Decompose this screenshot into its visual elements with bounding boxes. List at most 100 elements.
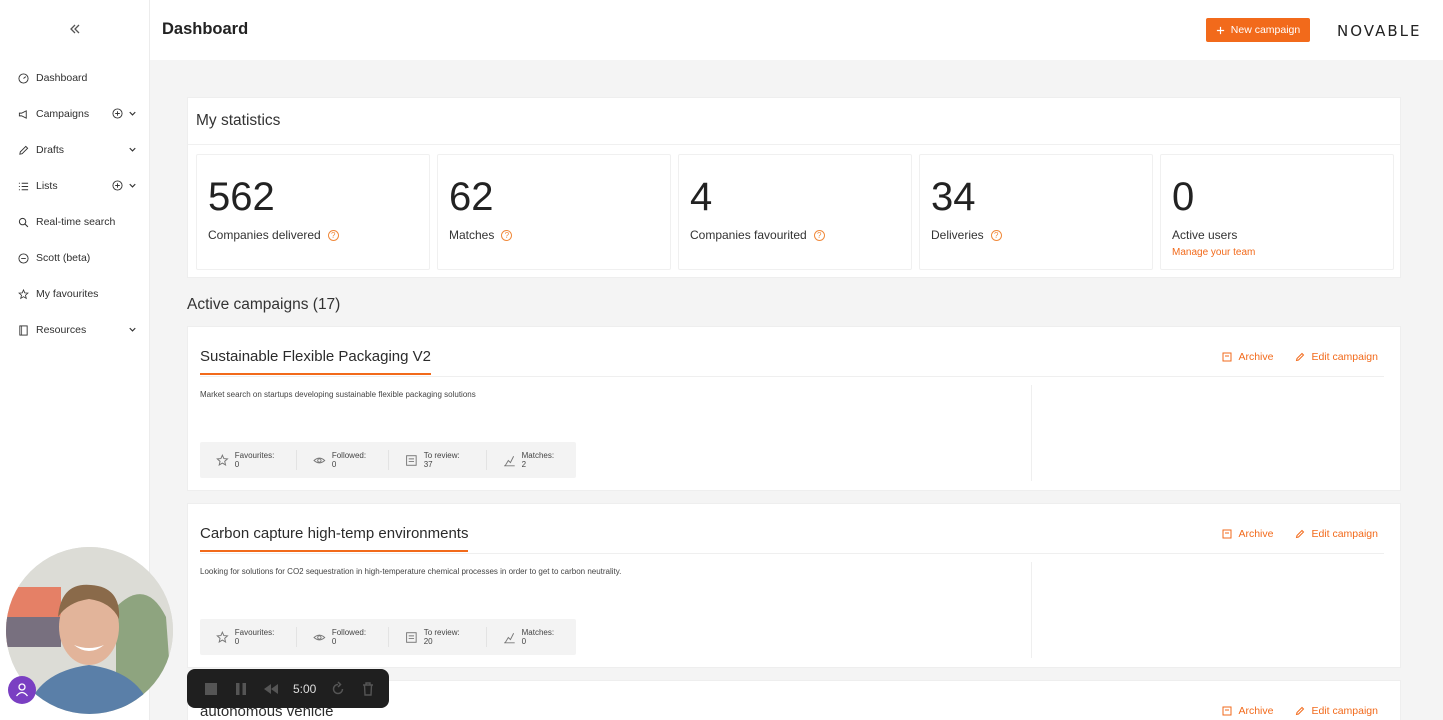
metric-matches[interactable]: Matches: 0 — [487, 627, 576, 647]
divider — [200, 376, 1384, 377]
chevron-down-icon[interactable] — [127, 324, 138, 335]
archive-button[interactable]: Archive — [1222, 705, 1273, 717]
sidebar-item-label: Dashboard — [36, 72, 88, 84]
metric-to-review[interactable]: To review: 20 — [389, 627, 487, 647]
help-icon[interactable]: ? — [813, 229, 825, 241]
sidebar-item-lists[interactable]: Lists — [0, 168, 150, 204]
stat-value: 0 — [1172, 175, 1195, 219]
star-icon — [18, 288, 29, 300]
campaign-metrics: Favourites: 0 Followed: 0 To review: 37 … — [200, 442, 576, 478]
new-campaign-button[interactable]: New campaign — [1206, 18, 1310, 42]
top-bar: Dashboard New campaign NOVABLE — [150, 0, 1443, 60]
sidebar-item-label: Scott (beta) — [36, 252, 91, 264]
matches-chart-icon — [503, 632, 515, 643]
archive-label: Archive — [1238, 705, 1274, 717]
stat-companies-favourited: 4 Companies favourited? — [678, 154, 912, 270]
stat-label: Deliveries — [931, 228, 984, 242]
star-icon — [216, 453, 229, 466]
metric-label: Favourites: 0 — [234, 628, 275, 646]
add-list-icon[interactable] — [112, 180, 123, 191]
stop-icon[interactable] — [203, 681, 219, 697]
sidebar-item-label: Drafts — [36, 144, 65, 156]
edit-campaign-button[interactable]: Edit campaign — [1295, 528, 1378, 540]
chevron-down-icon[interactable] — [127, 144, 138, 155]
metric-label: To review: 20 — [423, 628, 460, 646]
help-icon[interactable]: ? — [990, 229, 1002, 241]
pencil-icon — [1296, 352, 1305, 362]
edit-campaign-label: Edit campaign — [1311, 351, 1378, 363]
sidebar-item-real-time-search[interactable]: Real-time search — [0, 204, 150, 240]
stat-matches: 62 Matches? — [437, 154, 671, 270]
stat-value: 62 — [449, 175, 494, 219]
gauge-icon — [18, 72, 29, 84]
archive-icon — [1222, 352, 1232, 362]
archive-button[interactable]: Archive — [1222, 351, 1273, 363]
restart-icon[interactable] — [330, 680, 346, 697]
page-title: Dashboard — [162, 20, 249, 38]
recording-timer: 5:00 — [293, 681, 317, 696]
recording-controls: 5:00 — [187, 669, 389, 708]
stat-companies-delivered: 562 Companies delivered? — [196, 154, 430, 270]
sidebar-item-my-favourites[interactable]: My favourites — [0, 276, 150, 312]
chevron-down-icon[interactable] — [127, 108, 138, 119]
eye-icon — [313, 634, 326, 640]
sidebar-item-label: Resources — [36, 324, 87, 336]
campaign-card: Carbon capture high-temp environments Ar… — [187, 503, 1401, 668]
edit-campaign-label: Edit campaign — [1311, 705, 1378, 717]
metric-followed[interactable]: Followed: 0 — [297, 450, 389, 470]
sidebar-item-dashboard[interactable]: Dashboard — [0, 60, 150, 96]
eye-icon — [313, 457, 326, 463]
user-avatar-button[interactable] — [8, 676, 36, 704]
stat-value: 34 — [931, 175, 976, 219]
sidebar-item-drafts[interactable]: Drafts — [0, 132, 150, 168]
metric-favourites[interactable]: Favourites: 0 — [200, 627, 298, 647]
manage-team-link[interactable]: Manage your team — [1172, 247, 1255, 258]
stat-label: Matches — [449, 228, 495, 242]
metric-label: Matches: 2 — [521, 451, 555, 469]
metric-label: Followed: 0 — [331, 451, 367, 469]
pause-icon[interactable] — [233, 681, 249, 697]
sidebar-item-resources[interactable]: Resources — [0, 312, 150, 348]
metric-matches[interactable]: Matches: 2 — [487, 450, 576, 470]
matches-chart-icon — [503, 455, 515, 466]
archive-label: Archive — [1238, 528, 1274, 540]
archive-icon — [1222, 706, 1232, 716]
stat-label: Companies delivered — [208, 228, 321, 242]
add-campaign-icon[interactable] — [112, 108, 123, 119]
metric-to-review[interactable]: To review: 37 — [389, 450, 487, 470]
metric-label: Followed: 0 — [331, 628, 367, 646]
stat-active-users: 0 Active users Manage your team — [1160, 154, 1394, 270]
help-icon[interactable]: ? — [501, 229, 513, 241]
new-campaign-label: New campaign — [1230, 24, 1301, 36]
user-icon — [15, 683, 29, 697]
statistics-card: My statistics 562 Companies delivered? 6… — [187, 97, 1401, 278]
divider — [1031, 385, 1032, 481]
archive-button[interactable]: Archive — [1222, 528, 1273, 540]
novable-logo: NOVABLE — [1337, 22, 1422, 40]
metric-followed[interactable]: Followed: 0 — [297, 627, 389, 647]
star-icon — [216, 630, 229, 643]
chevron-down-icon[interactable] — [127, 180, 138, 191]
edit-campaign-button[interactable]: Edit campaign — [1295, 351, 1378, 363]
divider — [1031, 562, 1032, 658]
trash-icon[interactable] — [360, 681, 376, 697]
active-campaigns-title: Active campaigns (17) — [187, 296, 341, 313]
plus-icon — [1216, 26, 1224, 34]
pencil-icon — [1296, 706, 1305, 716]
collapse-sidebar-icon[interactable] — [68, 22, 82, 36]
metric-favourites[interactable]: Favourites: 0 — [200, 450, 298, 470]
campaign-title[interactable]: Sustainable Flexible Packaging V2 — [200, 348, 431, 375]
metric-label: Matches: 0 — [521, 628, 555, 646]
help-icon[interactable]: ? — [327, 229, 339, 241]
statistics-title: My statistics — [196, 112, 281, 129]
pencil-icon — [1296, 529, 1305, 539]
campaign-title[interactable]: Carbon capture high-temp environments — [200, 525, 469, 552]
stat-value: 4 — [690, 175, 713, 219]
book-icon — [18, 324, 29, 336]
campaign-description: Market search on startups developing sus… — [200, 390, 476, 399]
edit-campaign-button[interactable]: Edit campaign — [1295, 705, 1378, 717]
rewind-icon[interactable] — [263, 681, 279, 697]
metric-label: Favourites: 0 — [234, 451, 275, 469]
sidebar-item-campaigns[interactable]: Campaigns — [0, 96, 150, 132]
sidebar-item-scott[interactable]: Scott (beta) — [0, 240, 150, 276]
